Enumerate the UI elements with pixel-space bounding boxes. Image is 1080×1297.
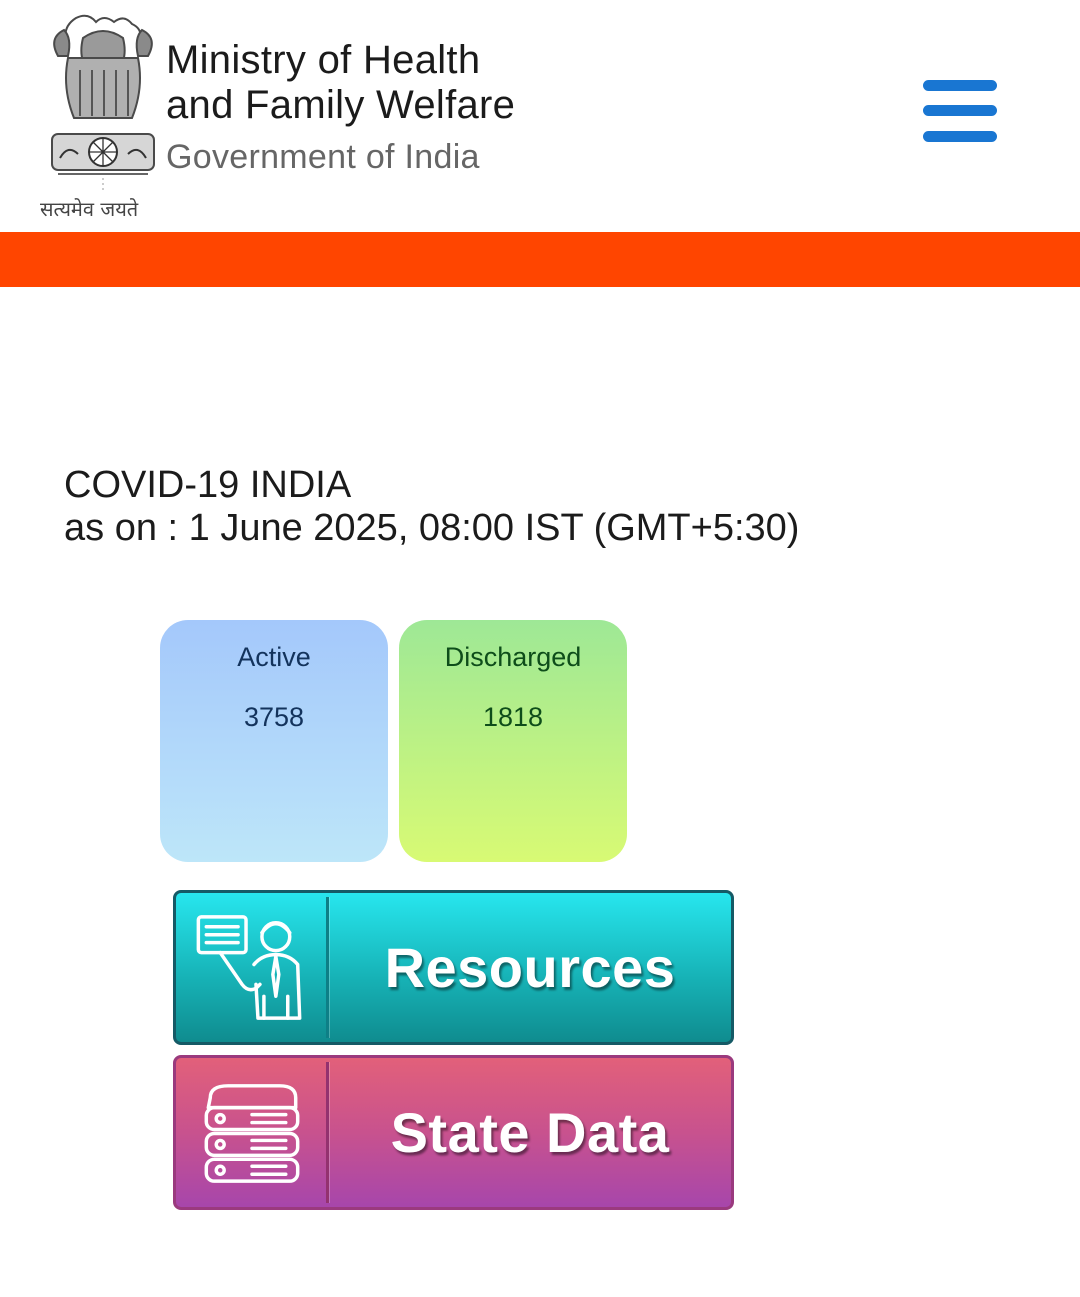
ministry-title: Ministry of Health and Family Welfare [166,38,515,128]
state-data-button-label: State Data [390,1101,670,1164]
discharged-cases-card: Discharged 1818 [399,620,627,862]
resources-button[interactable]: Resources [173,890,734,1045]
active-cases-label: Active [237,642,311,672]
accent-band [0,232,1080,287]
national-emblem-icon: सत्यमेव जयते [40,14,155,221]
presenter-icon [196,915,302,1020]
government-subtitle: Government of India [166,138,480,176]
ministry-title-line2: and Family Welfare [166,83,516,127]
active-cases-card: Active 3758 [160,620,388,862]
active-cases-value: 3758 [243,702,305,732]
discharged-cases-label: Discharged [444,642,582,672]
database-server-icon [204,1084,300,1183]
resources-button-label: Resources [384,936,676,999]
site-header: सत्यमेव जयते Ministry of Health and Fami… [0,0,1080,232]
stats-title: COVID-19 INDIA [64,464,352,506]
state-data-button[interactable]: State Data [173,1055,734,1210]
stats-timestamp: as on : 1 June 2025, 08:00 IST (GMT+5:30… [64,507,800,549]
stats-heading: COVID-19 INDIA as on : 1 June 2025, 08:0… [64,464,799,550]
hamburger-menu-button[interactable] [916,72,1004,150]
ministry-title-line1: Ministry of Health [166,38,481,82]
hamburger-menu-icon [923,80,997,142]
discharged-cases-value: 1818 [482,702,544,732]
emblem-motto: सत्यमेव जयते [40,197,139,221]
